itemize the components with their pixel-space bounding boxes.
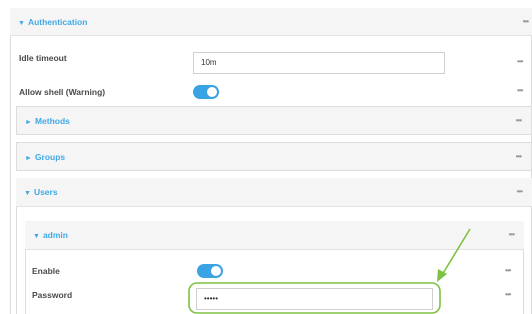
groups-more-icon[interactable]: ••• [516, 152, 522, 161]
methods-more-icon[interactable]: ••• [516, 116, 522, 125]
methods-title: ► Methods [25, 115, 70, 126]
groups-title: ► Groups [25, 151, 66, 162]
password-label: Password [32, 290, 73, 300]
password-more-icon[interactable]: ••• [505, 290, 511, 299]
users-more-icon[interactable]: ••• [517, 187, 523, 196]
users-header[interactable]: ▼ Users ••• [16, 178, 532, 207]
allow-shell-toggle[interactable] [193, 85, 219, 99]
toggle-knob [207, 87, 217, 97]
caret-down-icon: ▼ [24, 190, 31, 197]
enable-toggle[interactable] [197, 264, 223, 278]
idle-timeout-label: Idle timeout [19, 53, 67, 63]
admin-title: ▼ admin [33, 230, 68, 240]
users-title: ▼ Users [24, 187, 58, 197]
caret-down-icon: ▼ [33, 233, 40, 240]
methods-panel[interactable]: ► Methods ••• [16, 106, 532, 135]
groups-panel[interactable]: ► Groups ••• [16, 142, 532, 171]
allow-shell-label: Allow shell (Warning) [19, 87, 106, 97]
caret-right-icon: ► [25, 154, 32, 162]
idle-timeout-input[interactable]: 10m [193, 52, 445, 74]
admin-header[interactable]: ▼ admin ••• [25, 221, 524, 250]
idle-timeout-more-icon[interactable]: ••• [517, 57, 523, 66]
admin-more-icon[interactable]: ••• [509, 230, 515, 239]
authentication-header[interactable]: ▼ Authentication ••• [10, 8, 532, 36]
caret-down-icon: ▼ [18, 19, 25, 27]
password-input[interactable]: ••••• [196, 288, 433, 310]
caret-right-icon: ► [25, 118, 32, 126]
more-options-icon[interactable]: ••• [523, 17, 529, 26]
authentication-title: ▼ Authentication [18, 16, 88, 27]
enable-label: Enable [32, 266, 60, 276]
enable-more-icon[interactable]: ••• [505, 266, 511, 275]
allow-shell-more-icon[interactable]: ••• [517, 86, 523, 95]
toggle-knob [211, 266, 221, 276]
